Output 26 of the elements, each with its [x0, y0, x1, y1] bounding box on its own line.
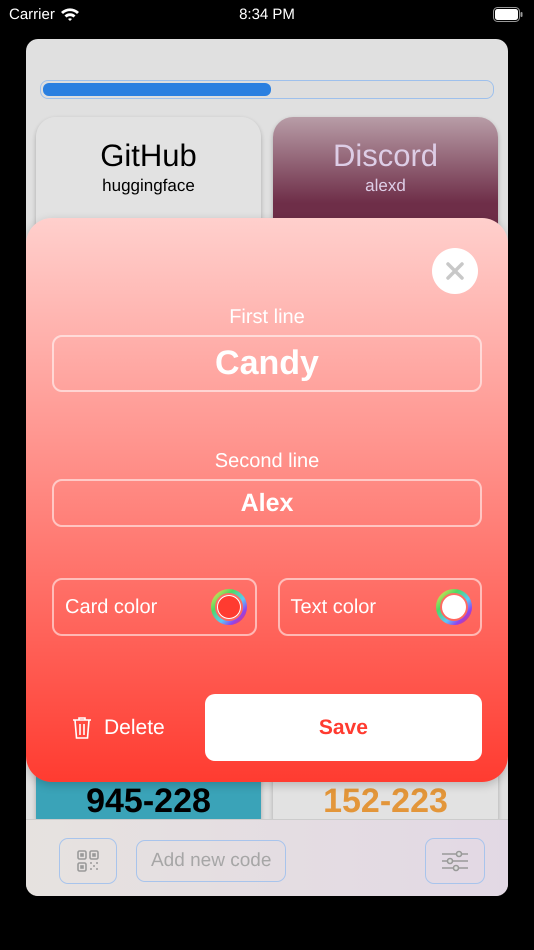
add-code-button[interactable]: Add new code	[136, 840, 286, 882]
card-title: GitHub	[100, 137, 197, 175]
settings-button[interactable]	[425, 838, 485, 884]
sliders-icon	[441, 849, 469, 873]
card-code: 152-223	[323, 781, 448, 819]
qr-code-icon	[76, 849, 100, 873]
field-label: First line	[229, 305, 305, 329]
save-button[interactable]: Save	[204, 694, 482, 761]
text-field[interactable]: Alex	[52, 479, 482, 527]
close-button[interactable]	[432, 248, 478, 294]
text-field[interactable]: Candy	[52, 335, 482, 392]
delete-button[interactable]: Delete	[52, 716, 165, 740]
card-code: 945-228	[86, 781, 211, 819]
battery-icon	[493, 6, 523, 22]
status-time: 8:34 PM	[239, 6, 295, 22]
close-icon	[446, 262, 464, 280]
field-label: Second line	[214, 449, 320, 473]
card-subtitle: alexd	[365, 175, 406, 197]
trash-icon	[72, 716, 92, 740]
wifi-icon	[60, 6, 80, 22]
carrier-name: Carrier	[9, 6, 55, 22]
card-title: Discord	[332, 137, 438, 175]
color-picker[interactable]: Card color	[52, 578, 256, 636]
card-subtitle: huggingface	[102, 175, 195, 197]
qr-code-button[interactable]	[59, 838, 117, 884]
color-picker[interactable]: Text color	[278, 578, 482, 636]
